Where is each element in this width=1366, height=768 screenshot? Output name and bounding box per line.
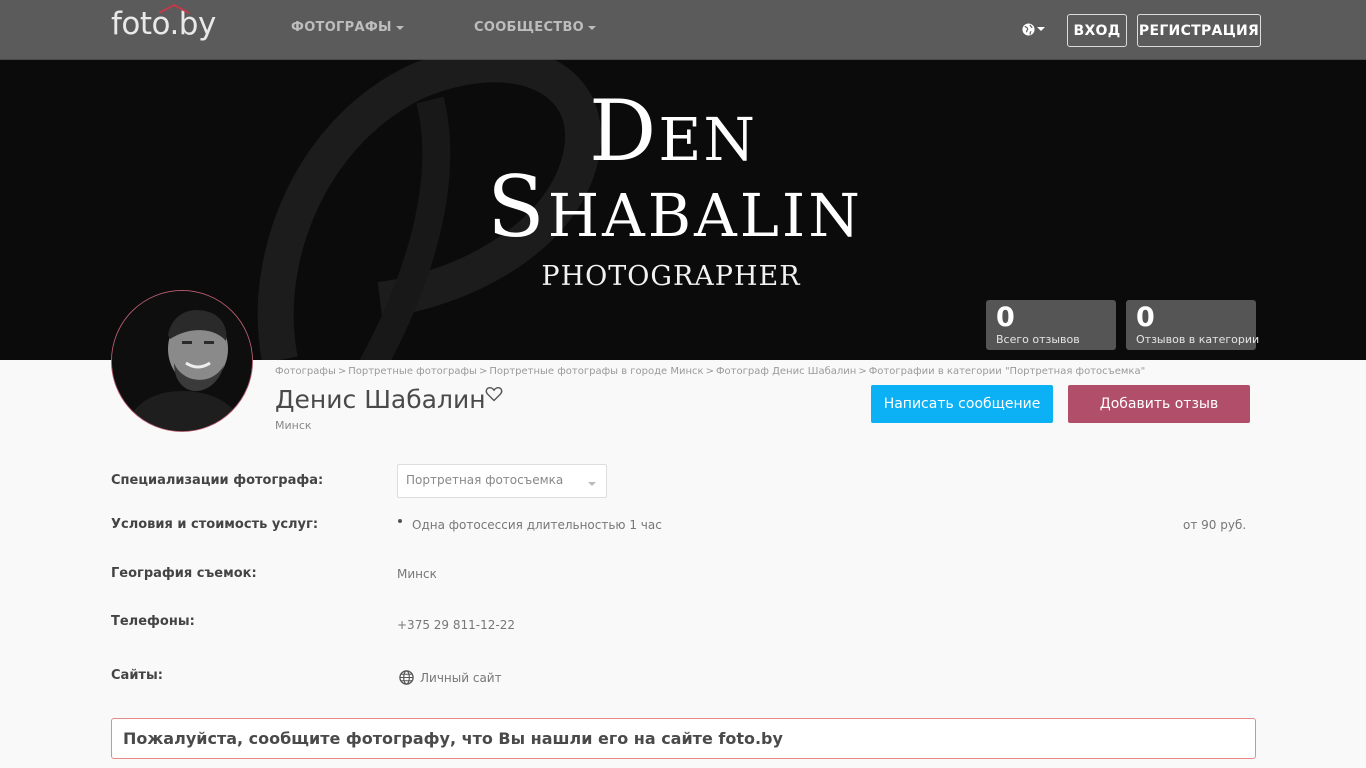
heart-icon[interactable] — [485, 386, 503, 402]
chevron-down-icon — [588, 482, 596, 486]
service-price: от 90 руб. — [1183, 518, 1247, 532]
stat-total-reviews-value: 0 — [996, 302, 1015, 333]
specializations-label: Специализации фотографа: — [111, 473, 324, 488]
breadcrumb-link[interactable]: Портретные фотографы — [348, 366, 477, 377]
chevron-down-icon — [588, 25, 597, 30]
avatar-portrait-image — [112, 291, 252, 431]
breadcrumb: Фотографы > Портретные фотографы > Портретны… — [275, 366, 1145, 377]
write-message-button[interactable]: Написать сообщение — [871, 385, 1053, 423]
login-button[interactable]: ВХОД — [1067, 14, 1127, 47]
site-logo[interactable]: foto.by — [111, 4, 216, 46]
phones-label: Телефоны: — [111, 614, 195, 629]
breadcrumb-separator: > — [337, 366, 347, 377]
nav-menu-community-label: СООБЩЕСТВО — [474, 20, 585, 35]
stat-category-reviews-label: Отзывов в категории — [1136, 333, 1260, 346]
top-navbar: foto.by ФОТОГРАФЫ СООБЩЕСТВО ВХОД РЕГИСТ… — [0, 0, 1366, 60]
breadcrumb-link[interactable]: Фотографии в категории "Портретная фотос… — [869, 366, 1145, 377]
avatar[interactable] — [111, 290, 253, 432]
breadcrumb-link[interactable]: Фотограф Денис Шабалин — [716, 366, 856, 377]
breadcrumb-separator: > — [705, 366, 714, 377]
add-review-button[interactable]: Добавить отзыв — [1068, 385, 1250, 423]
services-label: Условия и стоимость услуг: — [111, 517, 319, 532]
phone-value: +375 29 811-12-22 — [397, 618, 515, 632]
breadcrumb-link[interactable]: Фотографы — [275, 366, 336, 377]
register-button[interactable]: РЕГИСТРАЦИЯ — [1137, 14, 1261, 47]
photographer-city: Минск — [275, 419, 312, 432]
chevron-down-icon — [1037, 27, 1045, 31]
specialization-select[interactable]: Портретная фотосъемка — [397, 464, 607, 498]
chevron-down-icon — [395, 25, 404, 30]
specialization-select-value: Портретная фотосъемка — [406, 473, 564, 487]
nav-menu-photographers[interactable]: ФОТОГРАФЫ — [291, 20, 404, 35]
personal-site-link[interactable]: Личный сайт — [399, 670, 502, 685]
language-switcher[interactable] — [1022, 21, 1045, 37]
cover-title-line2: Shabalin — [487, 158, 863, 256]
breadcrumb-link[interactable]: Портретные фотографы в городе Минск — [489, 366, 703, 377]
stat-total-reviews-label: Всего отзывов — [996, 333, 1080, 346]
sites-label: Сайты: — [111, 668, 163, 683]
breadcrumb-separator: > — [858, 366, 867, 377]
cover-title-line3: photographer — [541, 250, 801, 294]
globe-icon — [1022, 22, 1035, 36]
stat-total-reviews: 0 Всего отзывов — [986, 300, 1116, 350]
service-item: Одна фотосессия длительностью 1 час — [412, 518, 662, 532]
stat-category-reviews: 0 Отзывов в категории — [1126, 300, 1260, 350]
personal-site-link-label: Личный сайт — [420, 670, 502, 685]
geography-value: Минск — [397, 567, 437, 581]
notice-banner: Пожалуйста, сообщите фотографу, что Вы н… — [111, 718, 1256, 759]
globe-icon — [399, 670, 414, 685]
logo-roof-icon — [158, 4, 190, 14]
photographer-name: Денис Шабалин — [275, 385, 486, 414]
nav-menu-photographers-label: ФОТОГРАФЫ — [291, 20, 392, 35]
breadcrumb-separator: > — [478, 366, 488, 377]
nav-menu-community[interactable]: СООБЩЕСТВО — [474, 20, 597, 35]
geography-label: География съемок: — [111, 566, 257, 581]
stat-category-reviews-value: 0 — [1136, 302, 1155, 333]
list-bullet — [398, 519, 402, 523]
